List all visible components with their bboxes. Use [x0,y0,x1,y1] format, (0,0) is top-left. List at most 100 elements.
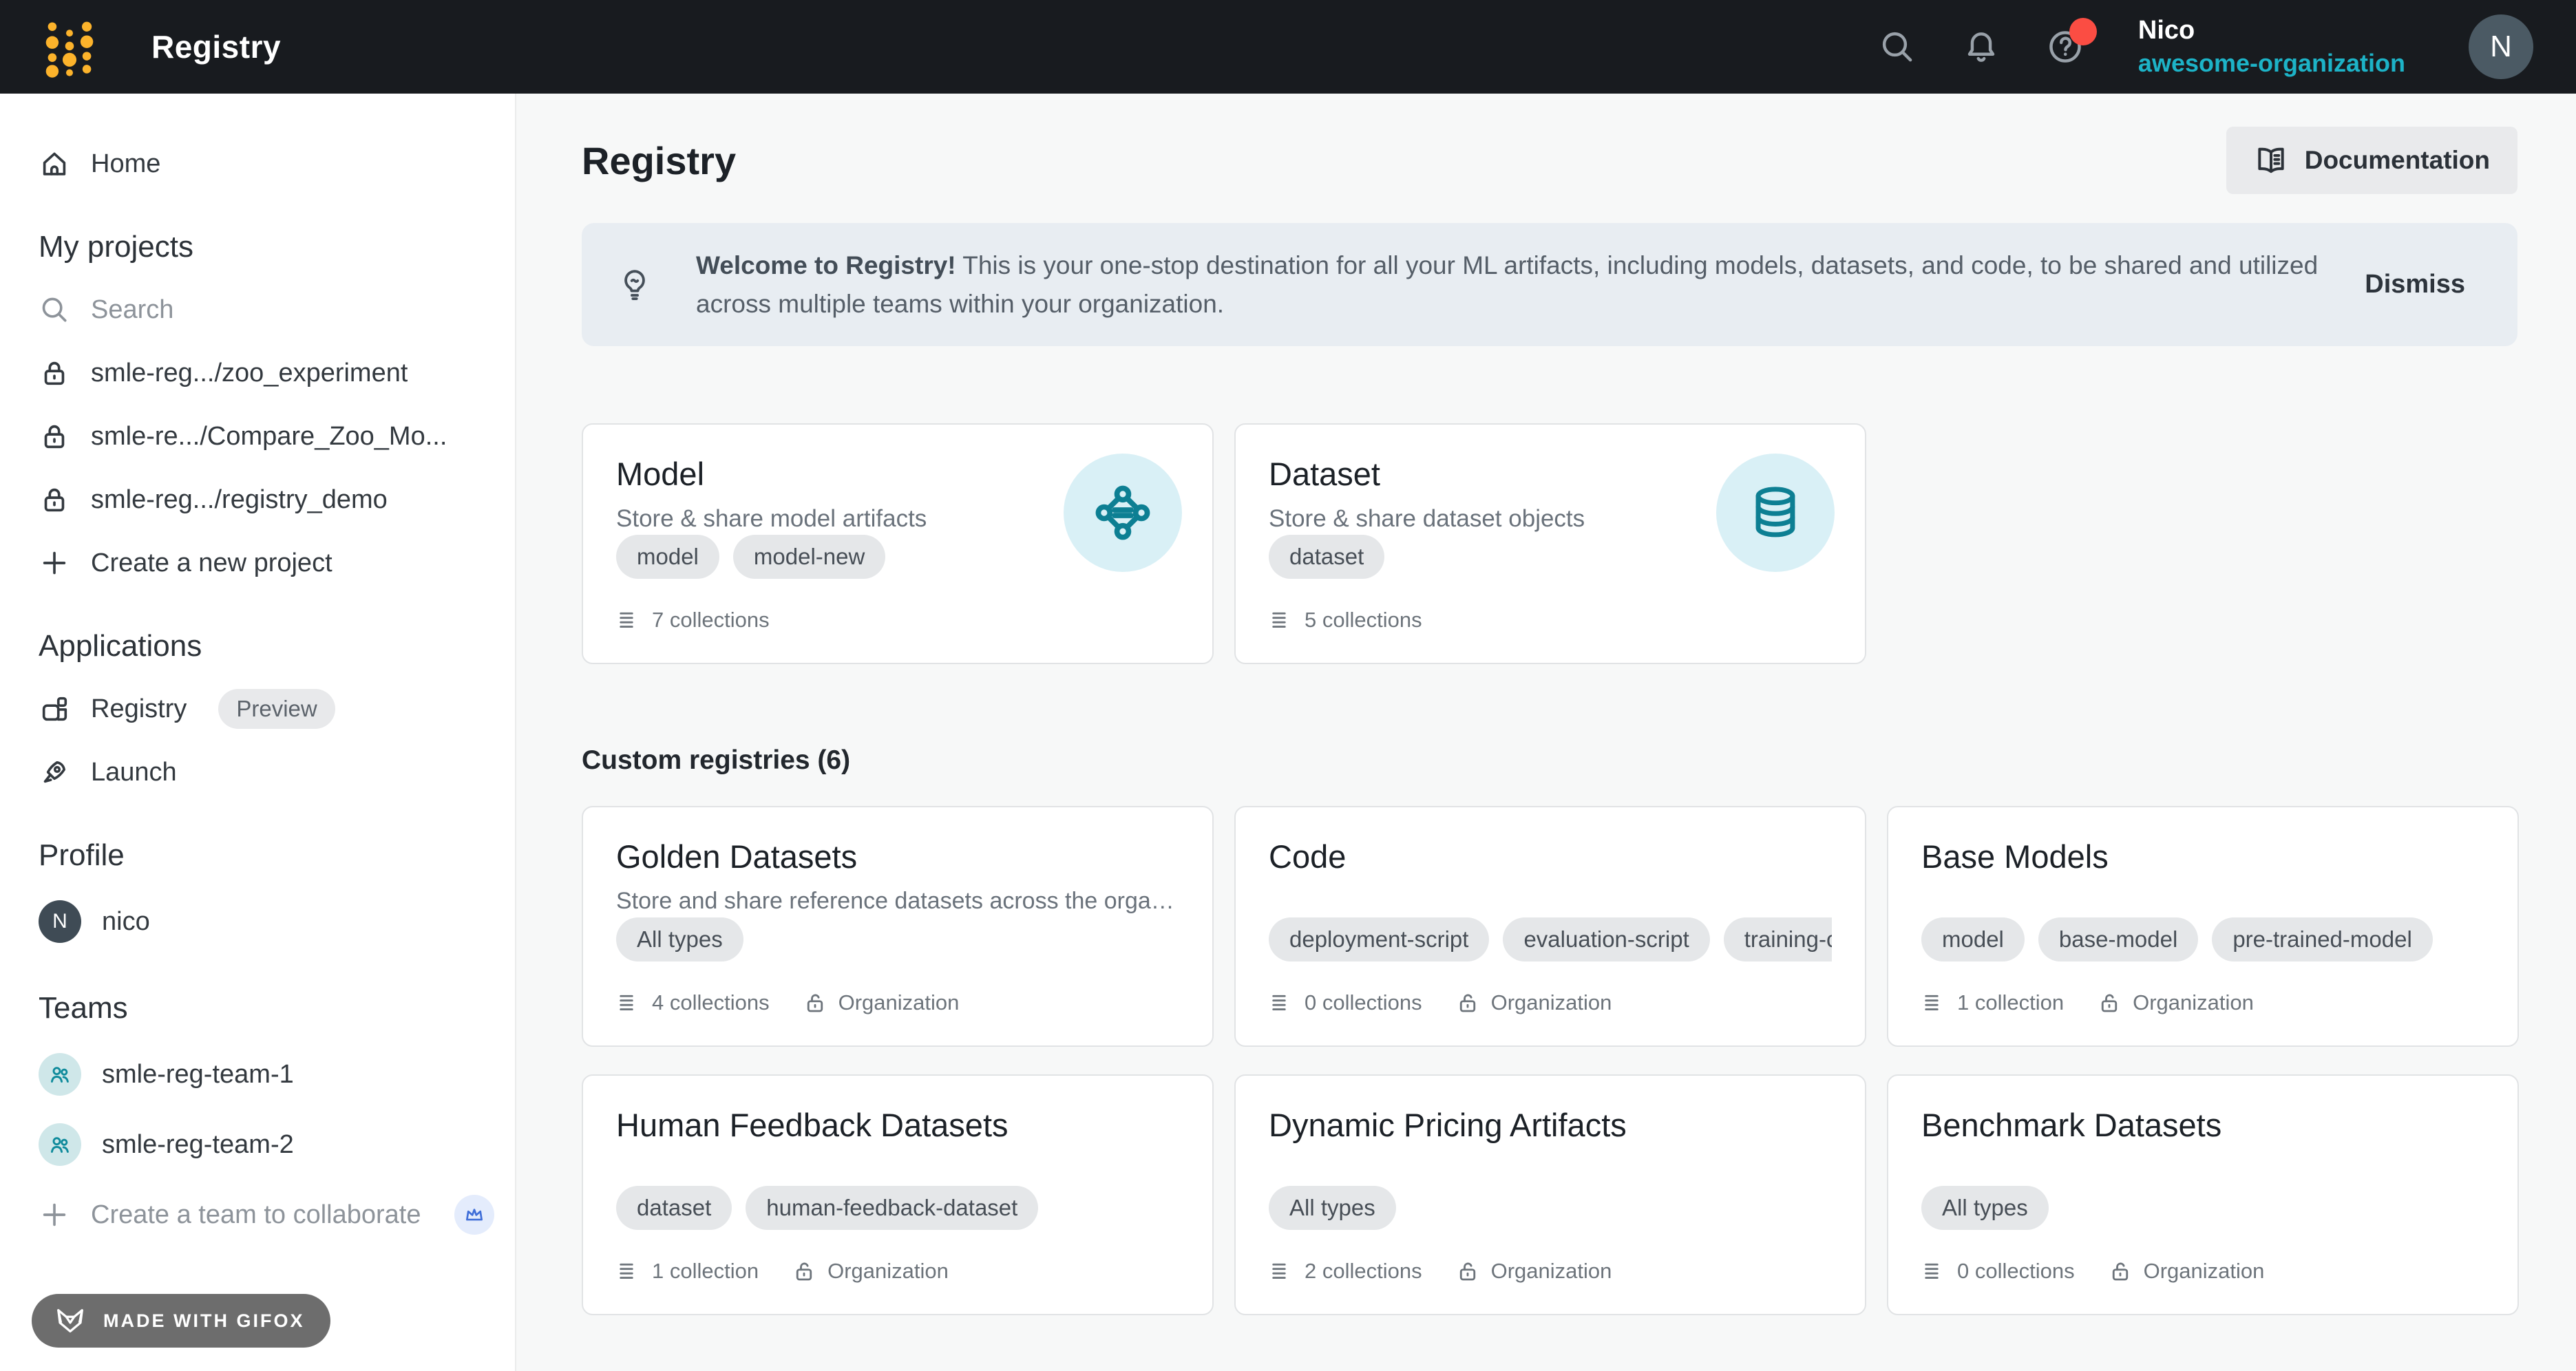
sidebar-project-item[interactable]: smle-reg.../zoo_experiment [39,341,494,405]
team-avatar [39,1123,81,1166]
registry-card-dataset[interactable]: Dataset Store & share dataset objects da… [1234,423,1866,664]
collections-count: 0 collections [1921,1259,2075,1284]
unlock-icon [2108,1259,2133,1284]
tag: dataset [616,1186,732,1230]
project-name: smle-re.../Compare_Zoo_Mo... [91,422,447,451]
card-tags: All types [616,917,1179,961]
lock-icon [39,421,70,452]
project-name: smle-reg.../registry_demo [91,485,388,515]
card-title: Dynamic Pricing Artifacts [1269,1106,1832,1144]
card-footer: 0 collections Organization [1269,990,1832,1015]
search-icon [39,294,70,326]
card-tags: dataset human-feedback-dataset [616,1186,1179,1230]
collections-count: 1 collection [616,1259,759,1284]
profile-name: nico [102,907,150,937]
tag: model [616,535,719,579]
sidebar-project-item[interactable]: smle-reg.../registry_demo [39,468,494,531]
search-icon[interactable] [1878,28,1917,66]
sidebar-team-item[interactable]: smle-reg-team-2 [39,1109,494,1180]
documentation-button[interactable]: Documentation [2226,127,2517,194]
project-name: smle-reg.../zoo_experiment [91,359,408,388]
registry-card-human-feedback-datasets[interactable]: Human Feedback Datasets dataset human-fe… [582,1074,1214,1315]
user-name: Nico [2138,14,2405,47]
dataset-icon [1716,454,1835,572]
tag: base-model [2038,917,2198,961]
dismiss-button[interactable]: Dismiss [2365,270,2465,299]
applications-heading: Applications [39,629,494,663]
tag: model-new [733,535,885,579]
notification-dot [2069,18,2097,45]
registry-card-golden-datasets[interactable]: Golden Datasets Store and share referenc… [582,806,1214,1047]
launch-app-label: Launch [91,758,177,787]
page-header: Registry Documentation [582,127,2517,194]
lightbulb-icon [616,266,653,304]
documentation-label: Documentation [2305,146,2490,175]
core-registries-row: Model Store & share model artifacts mode… [582,423,2517,664]
visibility-label: Organization [2097,990,2254,1015]
navbar-actions: Nico awesome-organization N [1878,14,2533,80]
bell-icon[interactable] [1962,28,2000,66]
visibility-label: Organization [2108,1259,2265,1284]
registry-card-benchmark-datasets[interactable]: Benchmark Datasets All types 0 collectio… [1887,1074,2519,1315]
create-team-button[interactable]: Create a team to collaborate [39,1180,494,1250]
registry-card-dynamic-pricing-artifacts[interactable]: Dynamic Pricing Artifacts All types 2 co… [1234,1074,1866,1315]
card-title: Code [1269,838,1832,875]
registry-card-base-models[interactable]: Base Models model base-model pre-trained… [1887,806,2519,1047]
sidebar-item-launch[interactable]: Launch [39,741,494,804]
unlock-icon [2097,990,2122,1015]
unlock-icon [1455,1259,1480,1284]
sidebar-item-home[interactable]: Home [39,132,494,195]
tag: pre-trained-model [2212,917,2432,961]
tag: All types [1269,1186,1396,1230]
registry-card-model[interactable]: Model Store & share model artifacts mode… [582,423,1214,664]
card-tags: deployment-script evaluation-script trai… [1269,917,1832,961]
tag: All types [616,917,743,961]
main-content: Registry Documentation Welcome to Regist… [516,94,2576,1371]
unlock-icon [803,990,827,1015]
navbar-title: Registry [151,28,281,65]
tag: deployment-script [1269,917,1489,961]
help-icon[interactable] [2046,28,2084,66]
collections-list-icon [616,608,641,633]
avatar[interactable]: N [2469,14,2533,79]
sidebar-item-registry[interactable]: Registry Preview [39,677,494,741]
tag: training-code [1724,917,1832,961]
banner-message: Welcome to Registry! This is your one-st… [696,246,2327,323]
create-team-label: Create a team to collaborate [91,1200,421,1230]
profile-avatar: N [39,900,81,943]
crown-icon [454,1195,494,1235]
collections-count: 1 collection [1921,990,2064,1015]
card-description: Store and share reference datasets acros… [616,888,1179,915]
home-icon [39,148,70,180]
tag: All types [1921,1186,2049,1230]
wandb-logo-dots[interactable] [43,15,96,78]
plus-icon [39,1199,70,1231]
sidebar-project-item[interactable]: smle-re.../Compare_Zoo_Mo... [39,405,494,468]
card-footer: 2 collections Organization [1269,1259,1832,1284]
page-title: Registry [582,138,736,183]
custom-registries-grid: Golden Datasets Store and share referenc… [582,806,2517,1315]
card-footer: 1 collection Organization [616,1259,1179,1284]
registry-grid-icon [39,693,70,725]
registry-card-code[interactable]: Code deployment-script evaluation-script… [1234,806,1866,1047]
sidebar: Home My projects Search smle-reg.../zoo_… [0,94,516,1371]
team-name: smle-reg-team-1 [102,1060,294,1090]
card-footer: 4 collections Organization [616,990,1179,1015]
create-project-button[interactable]: Create a new project [39,531,494,595]
sidebar-profile-item[interactable]: N nico [39,886,494,957]
top-navbar: Registry Nico awesome-organization N [0,0,2576,94]
visibility-label: Organization [803,990,960,1015]
collections-count: 2 collections [1269,1259,1422,1284]
projects-search-input[interactable]: Search [39,278,494,341]
sidebar-team-item[interactable]: smle-reg-team-1 [39,1039,494,1109]
card-footer: 5 collections [1269,608,1832,633]
made-with-gifox-badge: MADE WITH GIFOX [32,1294,330,1348]
my-projects-heading: My projects [39,230,494,264]
visibility-label: Organization [1455,1259,1612,1284]
card-footer: 1 collection Organization [1921,990,2484,1015]
user-menu[interactable]: Nico awesome-organization [2138,14,2405,80]
tag: human-feedback-dataset [746,1186,1038,1230]
sidebar-item-label: Home [91,149,160,179]
tag: model [1921,917,2025,961]
visibility-label: Organization [792,1259,949,1284]
